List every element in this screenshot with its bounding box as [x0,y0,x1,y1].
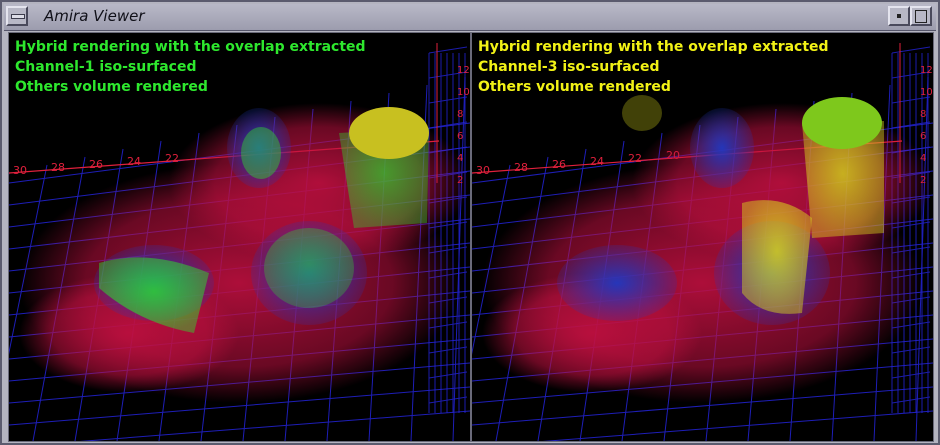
axis-tick-label: 28 [514,161,528,174]
grid-line [79,410,470,441]
caption-line: Others volume rendered [15,79,208,95]
vertical-tick-label: 6 [920,131,926,142]
tower-top [802,97,882,149]
vertical-tick-label: 12 [457,65,470,76]
maximize-icon[interactable] [910,6,932,26]
caption-line: Channel-3 iso-surfaced [478,59,660,75]
vertical-tick-label: 12 [920,65,933,76]
vertical-tick-label: 8 [920,109,926,120]
axis-tick-label: 28 [51,161,65,174]
viewer-left[interactable]: 302826242224681012 Hybrid rendering with… [8,32,471,442]
viewer-right-caption: Hybrid rendering with the overlap extrac… [478,37,829,97]
grid-line [891,46,931,54]
iso-surface-center [264,228,354,308]
window-title: Amira Viewer [44,7,145,25]
tower-top [349,107,429,159]
caption-line: Hybrid rendering with the overlap extrac… [478,39,829,55]
minimize-icon[interactable] [888,6,910,26]
caption-line: Others volume rendered [478,79,671,95]
axis-tick-label: 24 [590,155,604,168]
window-menu-icon[interactable] [6,6,28,26]
title-bar[interactable]: Amira Viewer [4,4,936,31]
iso-surface-center [742,200,812,314]
iso-surface-top [622,95,662,131]
viewer-right[interactable]: 30282624222024681012 Hybrid rendering wi… [471,32,934,442]
volume-blue-top [690,108,754,188]
axis-tick-label: 30 [476,164,490,177]
caption-line: Channel-1 iso-surfaced [15,59,197,75]
axis-tick-label: 30 [13,164,27,177]
iso-surface-top [241,127,281,179]
vertical-tick-label: 10 [920,87,933,98]
axis-tick-label: 24 [127,155,141,168]
amira-viewer-window: Amira Viewer 302826242224681012 Hybrid r… [0,0,940,445]
volume-blue-left [557,245,677,321]
grid-line [542,410,933,441]
viewer-left-caption: Hybrid rendering with the overlap extrac… [15,37,366,97]
axis-tick-label: 26 [89,158,103,171]
grid-line [428,46,468,54]
vertical-tick-label: 6 [457,131,463,142]
caption-line: Hybrid rendering with the overlap extrac… [15,39,366,55]
vertical-tick-label: 8 [457,109,463,120]
axis-tick-label: 26 [552,158,566,171]
vertical-tick-label: 10 [457,87,470,98]
